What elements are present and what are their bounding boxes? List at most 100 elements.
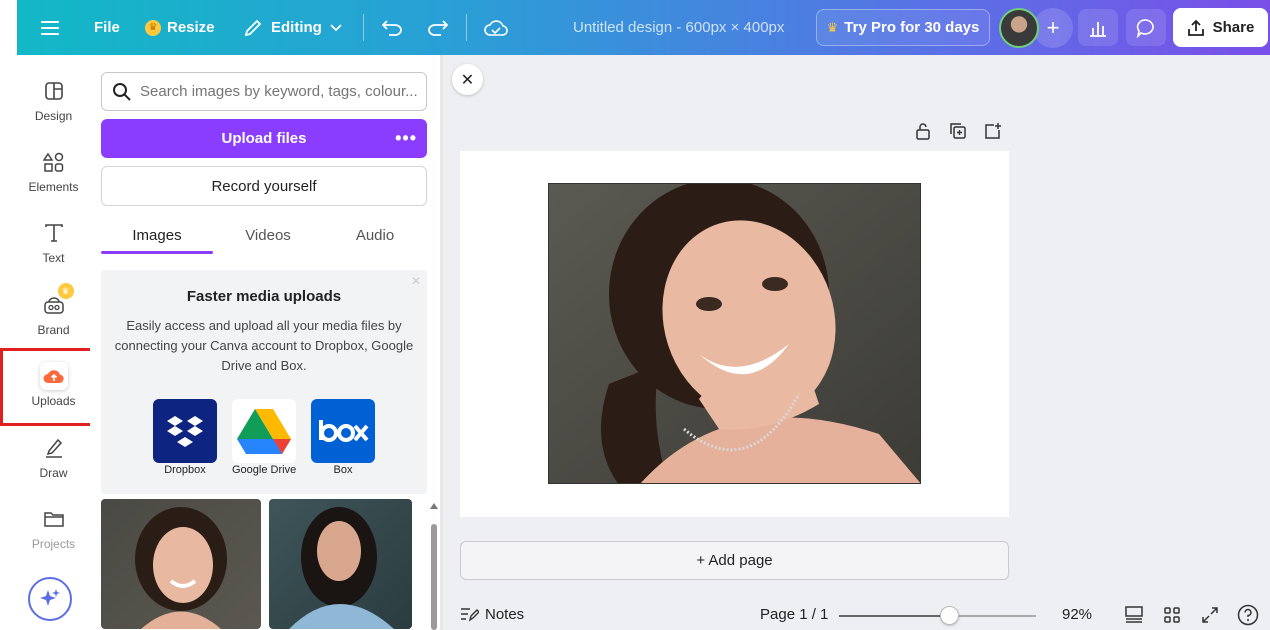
- page-indicator[interactable]: Page 1 / 1: [760, 606, 828, 623]
- pages-view-icon[interactable]: [1123, 604, 1145, 626]
- google-drive-icon: [232, 399, 296, 463]
- notes-label: Notes: [485, 605, 525, 623]
- editing-label: Editing: [271, 19, 322, 36]
- upload-files-label: Upload files: [221, 130, 307, 147]
- google-drive-connect[interactable]: Google Drive: [232, 399, 296, 476]
- resize-button[interactable]: ♛ Resize: [145, 0, 215, 55]
- add-collaborator-button[interactable]: +: [1033, 8, 1073, 48]
- canva-editor: File ♛ Resize Editing Untitled design - …: [0, 0, 1270, 630]
- redo-icon[interactable]: [427, 0, 449, 55]
- record-yourself-button[interactable]: Record yourself: [101, 166, 427, 206]
- box-icon: [311, 399, 375, 463]
- toolbar-divider: [363, 14, 364, 41]
- search-icon: [113, 82, 131, 101]
- crown-icon: ♛: [826, 19, 839, 35]
- add-page-icon[interactable]: [983, 121, 1003, 141]
- tab-images[interactable]: Images: [101, 215, 213, 255]
- box-connect[interactable]: Box: [311, 399, 375, 476]
- dropbox-connect[interactable]: Dropbox: [153, 399, 217, 476]
- sparkle-icon: [40, 589, 60, 606]
- bar-chart-icon: [1090, 21, 1106, 37]
- service-label: Dropbox: [164, 464, 206, 476]
- insights-button[interactable]: [1078, 9, 1118, 46]
- rail-item-brand[interactable]: ♛ Brand: [17, 283, 90, 351]
- resize-label: Resize: [167, 19, 215, 36]
- service-label: Box: [333, 464, 353, 476]
- try-pro-button[interactable]: ♛ Try Pro for 30 days: [816, 9, 990, 46]
- pencil-icon: [244, 19, 262, 36]
- notes-icon: [461, 608, 479, 622]
- rail-item-text[interactable]: Text: [17, 219, 90, 279]
- draw-icon: [40, 434, 68, 462]
- promo-title: Faster media uploads: [186, 288, 342, 305]
- rail-item-label: Projects: [31, 537, 76, 551]
- rail-item-elements[interactable]: Elements: [17, 148, 90, 208]
- share-label: Share: [1212, 19, 1255, 36]
- comments-button[interactable]: [1126, 9, 1166, 46]
- brand-icon: ♛: [40, 283, 74, 319]
- zoom-slider-fill: [839, 615, 949, 617]
- page-tools: [913, 121, 1003, 141]
- duplicate-page-icon[interactable]: [948, 121, 968, 141]
- share-icon: [1187, 19, 1204, 36]
- zoom-level[interactable]: 92%: [1062, 606, 1092, 623]
- help-icon[interactable]: [1237, 604, 1259, 626]
- rail-item-label: Design: [34, 109, 73, 123]
- avatar[interactable]: [999, 8, 1039, 48]
- toolbar-divider: [466, 14, 467, 41]
- search-box[interactable]: [101, 72, 427, 111]
- uploads-panel: Upload files ••• Record yourself Images …: [90, 55, 440, 630]
- design-title[interactable]: Untitled design - 600px × 400px: [573, 0, 784, 55]
- rail-item-design[interactable]: Design: [17, 77, 90, 137]
- top-toolbar: File ♛ Resize Editing Untitled design - …: [17, 0, 1270, 55]
- view-controls: [1123, 604, 1259, 626]
- promo-description: Easily access and upload all your media …: [114, 318, 414, 373]
- shapes-icon: [40, 148, 68, 176]
- tab-videos[interactable]: Videos: [213, 215, 323, 255]
- rail-item-label: Elements: [28, 180, 79, 194]
- active-tab-indicator: [101, 251, 213, 254]
- editing-mode-button[interactable]: Editing: [243, 0, 342, 55]
- share-button[interactable]: Share: [1173, 8, 1268, 47]
- close-icon[interactable]: ✕: [411, 274, 421, 288]
- lock-icon[interactable]: [913, 121, 933, 141]
- left-margin: [0, 0, 17, 630]
- service-label: Google Drive: [232, 464, 297, 476]
- add-page-button[interactable]: + Add page: [460, 541, 1009, 580]
- uploaded-image-thumbnail[interactable]: [101, 499, 261, 629]
- rail-item-projects[interactable]: Projects: [17, 505, 90, 565]
- tab-audio[interactable]: Audio: [323, 215, 427, 255]
- grid-view-icon[interactable]: [1161, 604, 1183, 626]
- magic-sparkle-button[interactable]: [28, 577, 72, 621]
- search-input[interactable]: [140, 83, 420, 100]
- zoom-slider-handle[interactable]: [939, 606, 959, 625]
- undo-icon[interactable]: [381, 0, 403, 55]
- rail-item-label: Draw: [39, 466, 68, 480]
- upload-files-button[interactable]: Upload files •••: [101, 119, 427, 158]
- bottom-bar: Notes Page 1 / 1 92%: [443, 600, 1270, 630]
- try-pro-label: Try Pro for 30 days: [844, 19, 980, 36]
- panel-scrollbar[interactable]: [430, 500, 438, 630]
- dropbox-icon: [153, 399, 217, 463]
- crown-icon: ♛: [145, 19, 161, 36]
- more-options-icon[interactable]: •••: [395, 119, 417, 158]
- scroll-thumb[interactable]: [431, 524, 437, 630]
- folder-icon: [40, 505, 68, 533]
- fullscreen-icon[interactable]: [1199, 604, 1221, 626]
- chevron-down-icon: [330, 23, 342, 31]
- rail-item-label: Text: [42, 251, 65, 265]
- comment-icon: [1136, 18, 1154, 38]
- file-menu[interactable]: File: [94, 0, 120, 55]
- rail-item-draw[interactable]: Draw: [17, 434, 90, 494]
- cloud-saved-icon[interactable]: [484, 0, 508, 55]
- scroll-up-icon: [430, 503, 438, 509]
- close-panel-button[interactable]: ✕: [452, 64, 483, 95]
- portrait-photo[interactable]: [548, 183, 921, 484]
- layout-icon: [40, 77, 68, 105]
- text-icon: [40, 219, 68, 247]
- media-tabs: Images Videos Audio: [101, 215, 427, 255]
- zoom-slider[interactable]: [839, 606, 1036, 625]
- menu-icon[interactable]: [41, 0, 59, 55]
- notes-button[interactable]: Notes: [459, 605, 524, 623]
- uploaded-image-thumbnail[interactable]: [269, 499, 412, 629]
